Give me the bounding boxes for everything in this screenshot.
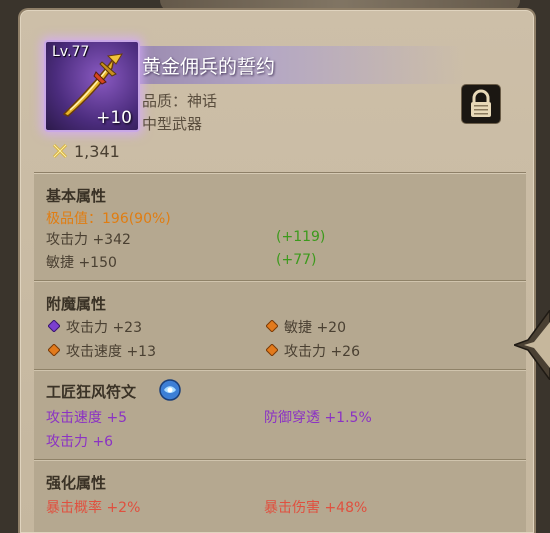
upgrade-stat: 暴击伤害 +48% — [264, 500, 368, 516]
enchant-stat: 攻击力 +26 — [284, 344, 360, 360]
stat-attack-bonus: (+119) — [276, 229, 326, 245]
section-divider — [34, 459, 526, 460]
item-level: Lv.77 — [52, 44, 90, 60]
enchant-attributes-title: 附魔属性 — [46, 295, 107, 313]
enhance-level: +10 — [96, 108, 132, 128]
rune-stat: 攻击力 +6 — [46, 434, 114, 450]
upgrade-attributes-title: 强化属性 — [46, 474, 107, 492]
purple-gem-icon — [48, 320, 60, 332]
orange-gem-icon — [48, 344, 60, 356]
rune-stat: 攻击速度 +5 — [46, 410, 128, 426]
section-divider — [34, 369, 526, 370]
frame-spike-ornament — [514, 310, 550, 380]
stat-attack: 攻击力 +342 — [46, 232, 131, 248]
rune-icon — [159, 379, 181, 401]
lock-button[interactable] — [461, 84, 501, 124]
lock-icon — [471, 89, 491, 117]
gear-score: 1,341 — [74, 142, 120, 161]
item-type: 中型武器 — [142, 115, 203, 133]
enchant-stat: 敏捷 +20 — [284, 320, 346, 336]
enchant-stat: 攻击力 +23 — [66, 320, 142, 336]
stat-agility: 敏捷 +150 — [46, 255, 117, 271]
upgrade-stat: 暴击概率 +2% — [46, 500, 141, 516]
basic-attributes-title: 基本属性 — [46, 187, 107, 205]
rating-value: 极品值：196(90%) — [46, 211, 171, 227]
item-name: 黄金佣兵的誓约 — [142, 56, 276, 78]
stat-agility-bonus: (+77) — [276, 252, 317, 268]
section-divider — [34, 280, 526, 281]
item-icon-slot[interactable]: Lv.77 +10 — [44, 40, 140, 132]
enchant-stat: 攻击速度 +13 — [66, 344, 156, 360]
orange-gem-icon — [266, 344, 278, 356]
rune-stat: 防御穿透 +1.5% — [264, 410, 372, 426]
orange-gem-icon — [266, 320, 278, 332]
item-quality: 品质：神话 — [142, 92, 218, 110]
crossed-swords-icon — [52, 143, 68, 159]
rune-title: 工匠狂风符文 — [46, 383, 137, 401]
